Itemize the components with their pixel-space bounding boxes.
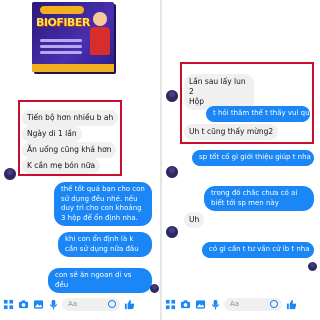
outgoing-message: t hỏi thăm thế t thấy vui quá... — [206, 106, 310, 122]
mic-icon[interactable] — [209, 298, 221, 310]
message-input[interactable]: Aa — [224, 297, 282, 311]
right-chat-screenshot: Lần sau lấy lun 2 Hộp t hỏi thăm thế t t… — [162, 0, 320, 320]
emoji-icon[interactable] — [270, 299, 278, 308]
composer-bar: Aa — [2, 296, 135, 312]
message-input-placeholder: Aa — [230, 300, 240, 308]
like-icon[interactable] — [123, 298, 135, 310]
incoming-message: Ngày di 1 lần — [22, 126, 82, 142]
seen-avatar — [308, 262, 317, 271]
incoming-message: Tiến bộ hơn nhiều b ah — [22, 110, 119, 126]
biofiber-product-image: BIOFIBER — [32, 2, 114, 72]
camera-icon[interactable] — [17, 298, 29, 310]
incoming-message: Lần sau lấy lun 2 Hộp — [184, 74, 254, 110]
like-icon[interactable] — [285, 298, 297, 310]
emoji-icon[interactable] — [108, 299, 116, 308]
outgoing-message: con sẽ ăn ngoan di vs đều — [48, 268, 152, 293]
outgoing-message: có gì cần t tư vấn cứ ib t nha — [202, 242, 314, 258]
incoming-message-line: Lần sau lấy lun 2 — [189, 77, 246, 96]
message-input-placeholder: Aa — [68, 300, 78, 308]
outgoing-message: trong đó chắc chưa có ai biết tới sp men… — [204, 186, 314, 211]
image-icon[interactable] — [194, 298, 206, 310]
product-brand-band — [40, 6, 84, 14]
grid-icon[interactable] — [2, 298, 14, 310]
seen-avatar — [150, 284, 159, 293]
left-chat-screenshot: BIOFIBER Tiến bộ hơn nhiều b ah Ngày di … — [0, 0, 160, 320]
camera-icon[interactable] — [179, 298, 191, 310]
composer-bar: Aa — [164, 296, 297, 312]
mic-icon[interactable] — [47, 298, 59, 310]
product-title: BIOFIBER — [36, 16, 90, 29]
contact-avatar — [166, 226, 178, 238]
product-bottom-band — [32, 64, 114, 72]
outgoing-message: sp tốt cố gì giới thiệu giúp t nha — [192, 150, 314, 166]
incoming-message: Ăn uống cũng khá hơn — [22, 142, 117, 158]
superhero-kid-illustration — [90, 12, 110, 56]
incoming-message: Uh t cũng thấy mừng2 — [184, 124, 279, 140]
outgoing-message: khi con ổn định là k cần sử dụng nữa đâu — [58, 232, 152, 257]
incoming-message: K cần mẹ bón nữa — [22, 158, 101, 174]
outgoing-message: thế tốt quá bạn cho con sử dụng đều nhé.… — [54, 182, 152, 226]
contact-avatar — [166, 166, 178, 178]
contact-avatar — [166, 90, 178, 102]
incoming-message: Uh — [184, 212, 205, 228]
product-feature-lines — [40, 36, 82, 57]
contact-avatar — [4, 168, 16, 180]
message-input[interactable]: Aa — [62, 297, 120, 311]
grid-icon[interactable] — [164, 298, 176, 310]
image-icon[interactable] — [32, 298, 44, 310]
